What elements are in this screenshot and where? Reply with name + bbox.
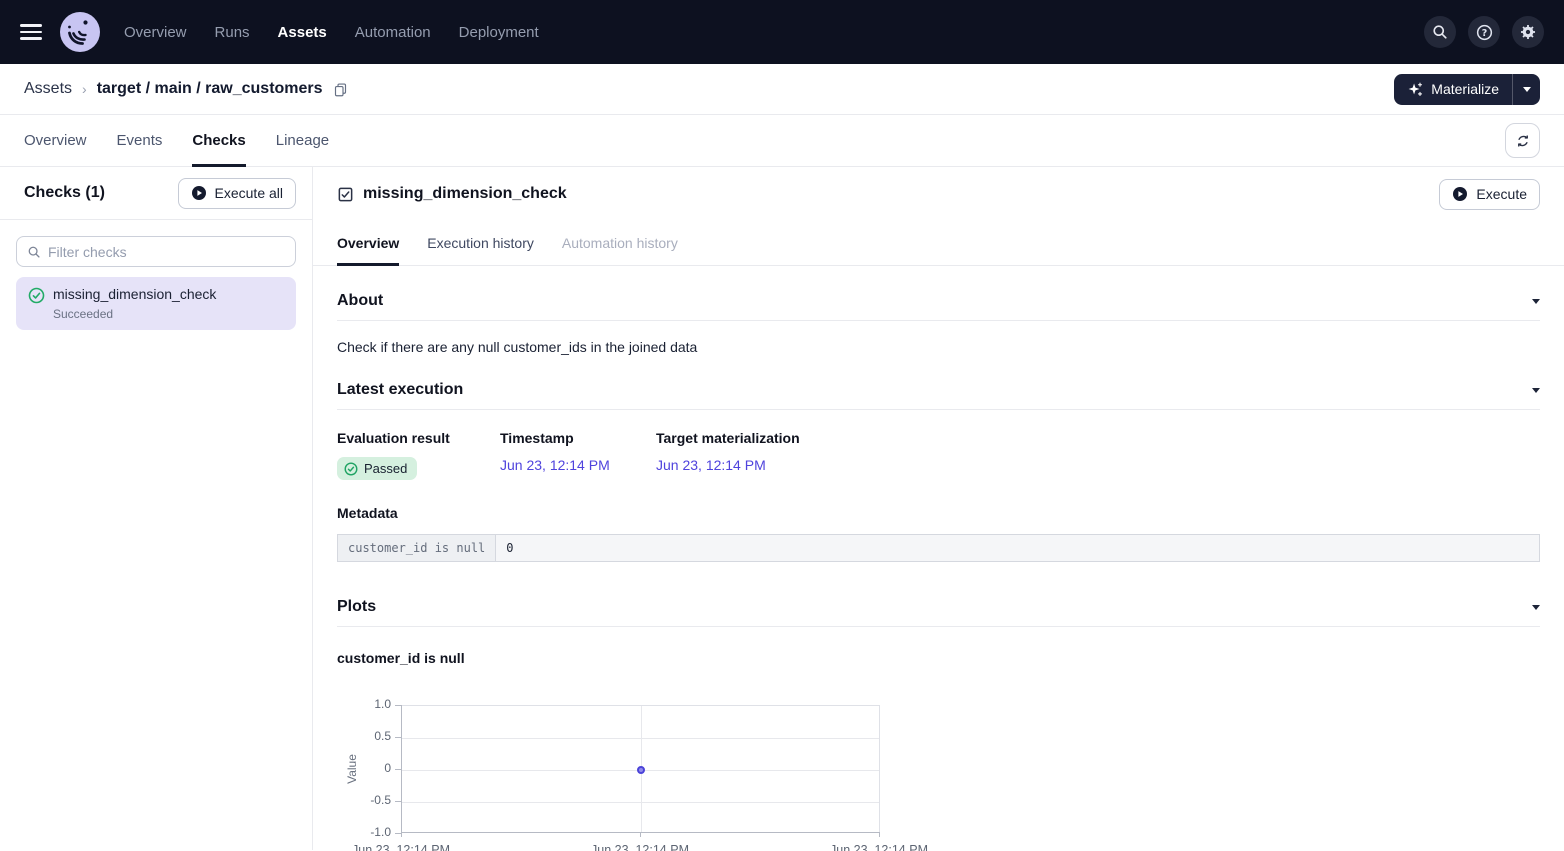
- status-badge: Passed: [337, 457, 417, 480]
- x-tick-mark: [879, 833, 880, 837]
- collapse-about-chevron-icon[interactable]: [1532, 299, 1540, 304]
- check-status: Succeeded: [53, 307, 216, 321]
- x-tick-label: Jun 23, 12:14 PM: [814, 843, 944, 851]
- dagster-logo[interactable]: [60, 12, 100, 52]
- checks-count-heading: Checks (1): [24, 184, 105, 202]
- target-materialization-link[interactable]: Jun 23, 12:14 PM: [656, 457, 766, 473]
- materialize-dropdown-button[interactable]: [1512, 74, 1540, 105]
- latest-execution-table: Evaluation result Passed Timestamp J: [337, 430, 1540, 480]
- check-success-icon: [28, 287, 45, 321]
- active-tab-underline: [337, 263, 399, 266]
- metadata-heading: Metadata: [337, 505, 1540, 521]
- value-history-chart: Value 1.0 0.5 0 -0.5 -1.0: [337, 690, 977, 851]
- check-detail-title: missing_dimension_check: [363, 185, 567, 203]
- collapse-latest-execution-chevron-icon[interactable]: [1532, 388, 1540, 393]
- tab-events[interactable]: Events: [117, 115, 163, 166]
- x-tick-label: Jun 23, 12:14 PM: [575, 843, 705, 851]
- tab-check-overview[interactable]: Overview: [337, 221, 399, 265]
- tab-checks[interactable]: Checks: [192, 115, 245, 166]
- sparkle-icon: [1407, 81, 1424, 98]
- breadcrumb-row: Assets › target / main / raw_customers M…: [0, 64, 1564, 115]
- search-icon: [27, 245, 41, 259]
- metadata-table: customer_id is null 0: [337, 534, 1540, 562]
- filter-checks-input[interactable]: [48, 244, 285, 260]
- materialize-split-button: Materialize: [1394, 74, 1540, 105]
- column-timestamp: Timestamp: [500, 430, 656, 446]
- hamburger-menu-icon[interactable]: [20, 24, 42, 39]
- check-detail-pane: missing_dimension_check Execute Overview…: [313, 167, 1564, 850]
- metadata-row: customer_id is null 0: [338, 535, 1540, 562]
- svg-text:?: ?: [1481, 27, 1487, 38]
- check-detail-tabs: Overview Execution history Automation hi…: [313, 221, 1564, 266]
- execute-button[interactable]: Execute: [1439, 179, 1540, 210]
- metadata-key: customer_id is null: [338, 535, 496, 562]
- breadcrumb-assets-link[interactable]: Assets: [24, 80, 72, 98]
- latest-execution-heading: Latest execution: [337, 381, 463, 399]
- timestamp-link[interactable]: Jun 23, 12:14 PM: [500, 457, 610, 473]
- asset-tabs: Overview Events Checks Lineage: [0, 115, 1564, 167]
- about-heading: About: [337, 292, 383, 310]
- copy-asset-key-button[interactable]: [333, 82, 348, 97]
- gear-icon: [1519, 23, 1537, 41]
- data-point[interactable]: [637, 766, 645, 774]
- primary-nav: Overview Runs Assets Automation Deployme…: [124, 24, 539, 41]
- tab-execution-history[interactable]: Execution history: [427, 221, 534, 265]
- check-name: missing_dimension_check: [53, 286, 216, 302]
- play-circle-icon: [1452, 186, 1468, 202]
- checks-sidebar: Checks (1) Execute all: [0, 167, 313, 850]
- tab-lineage[interactable]: Lineage: [276, 115, 329, 166]
- filter-checks-field: [16, 236, 296, 267]
- materialize-label: Materialize: [1431, 81, 1499, 97]
- materialize-button[interactable]: Materialize: [1394, 74, 1512, 105]
- section-divider: [337, 626, 1540, 627]
- help-button[interactable]: ?: [1468, 16, 1500, 48]
- evaluation-result-value: Passed: [364, 461, 407, 476]
- tab-overview[interactable]: Overview: [24, 115, 87, 166]
- plots-heading: Plots: [337, 598, 376, 616]
- section-divider: [337, 409, 1540, 410]
- nav-item-overview[interactable]: Overview: [124, 24, 187, 41]
- y-tick-label: -0.5: [337, 793, 391, 807]
- search-icon: [1431, 23, 1449, 41]
- nav-item-deployment[interactable]: Deployment: [459, 24, 539, 41]
- asset-check-icon: [337, 186, 354, 203]
- refresh-icon: [1515, 133, 1531, 149]
- breadcrumb-separator: ›: [82, 81, 87, 97]
- nav-item-automation[interactable]: Automation: [355, 24, 431, 41]
- y-axis-line: [401, 705, 402, 833]
- column-target-materialization: Target materialization: [656, 430, 800, 446]
- nav-item-runs[interactable]: Runs: [215, 24, 250, 41]
- plot-area: [401, 705, 880, 833]
- active-tab-underline: [192, 164, 245, 167]
- refresh-button[interactable]: [1505, 123, 1540, 158]
- x-tick-mark: [401, 833, 402, 837]
- metadata-value: 0: [496, 535, 1540, 562]
- y-tick-label: 1.0: [337, 697, 391, 711]
- column-evaluation-result: Evaluation result: [337, 430, 500, 446]
- check-list-item[interactable]: missing_dimension_check Succeeded: [16, 277, 296, 330]
- y-tick-label: 0: [337, 761, 391, 775]
- settings-button[interactable]: [1512, 16, 1544, 48]
- check-circle-icon: [344, 462, 358, 476]
- plot-title: customer_id is null: [337, 650, 1540, 666]
- top-navbar: Overview Runs Assets Automation Deployme…: [0, 0, 1564, 64]
- help-icon: ?: [1475, 23, 1494, 42]
- y-tick-label: 0.5: [337, 729, 391, 743]
- breadcrumb-asset-path[interactable]: target / main / raw_customers: [97, 80, 323, 98]
- x-tick-label: Jun 23, 12:14 PM: [336, 843, 466, 851]
- nav-item-assets[interactable]: Assets: [278, 24, 327, 41]
- section-divider: [337, 320, 1540, 321]
- play-circle-icon: [191, 185, 207, 201]
- about-description: Check if there are any null customer_ids…: [337, 339, 1540, 355]
- chevron-down-icon: [1523, 87, 1531, 92]
- copy-icon: [333, 82, 348, 97]
- tab-automation-history[interactable]: Automation history: [562, 221, 678, 265]
- collapse-plots-chevron-icon[interactable]: [1532, 605, 1540, 610]
- search-button[interactable]: [1424, 16, 1456, 48]
- execute-all-button[interactable]: Execute all: [178, 178, 296, 209]
- y-tick-label: -1.0: [337, 825, 391, 839]
- x-tick-mark: [640, 833, 641, 837]
